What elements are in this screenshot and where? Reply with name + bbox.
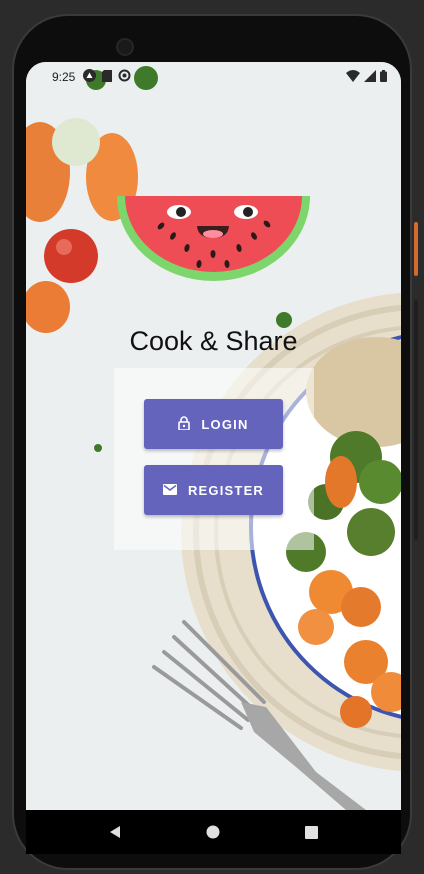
app-screen: 9:25 Cook & Share LOGIN REGISTER bbox=[26, 62, 401, 810]
android-icon bbox=[83, 69, 97, 85]
wifi-icon bbox=[346, 69, 360, 85]
app-title: Cook & Share bbox=[129, 326, 298, 356]
login-button[interactable]: LOGIN bbox=[144, 399, 283, 449]
status-bar: 9:25 bbox=[26, 62, 401, 92]
navigation-bar bbox=[26, 810, 401, 854]
register-label: REGISTER bbox=[187, 482, 265, 498]
login-label: LOGIN bbox=[201, 416, 249, 432]
phone-frame: 9:25 Cook & Share LOGIN REGISTER bbox=[0, 0, 424, 874]
watermelon-logo bbox=[117, 196, 310, 281]
battery-icon bbox=[380, 69, 387, 85]
recents-icon[interactable] bbox=[297, 817, 327, 847]
lock-icon bbox=[178, 415, 191, 433]
back-icon[interactable] bbox=[100, 817, 130, 847]
sync-icon bbox=[118, 69, 131, 85]
status-time: 9:25 bbox=[52, 70, 76, 84]
mail-icon bbox=[162, 483, 177, 498]
register-button[interactable]: REGISTER bbox=[144, 465, 283, 515]
front-camera bbox=[116, 38, 134, 56]
home-icon[interactable] bbox=[198, 817, 228, 847]
sd-card-icon bbox=[102, 69, 113, 85]
auth-card bbox=[114, 368, 314, 550]
status-left-icons bbox=[83, 69, 131, 85]
power-button bbox=[414, 222, 418, 276]
status-right-icons bbox=[346, 69, 387, 85]
signal-icon bbox=[364, 69, 376, 85]
volume-rocker bbox=[414, 300, 418, 540]
